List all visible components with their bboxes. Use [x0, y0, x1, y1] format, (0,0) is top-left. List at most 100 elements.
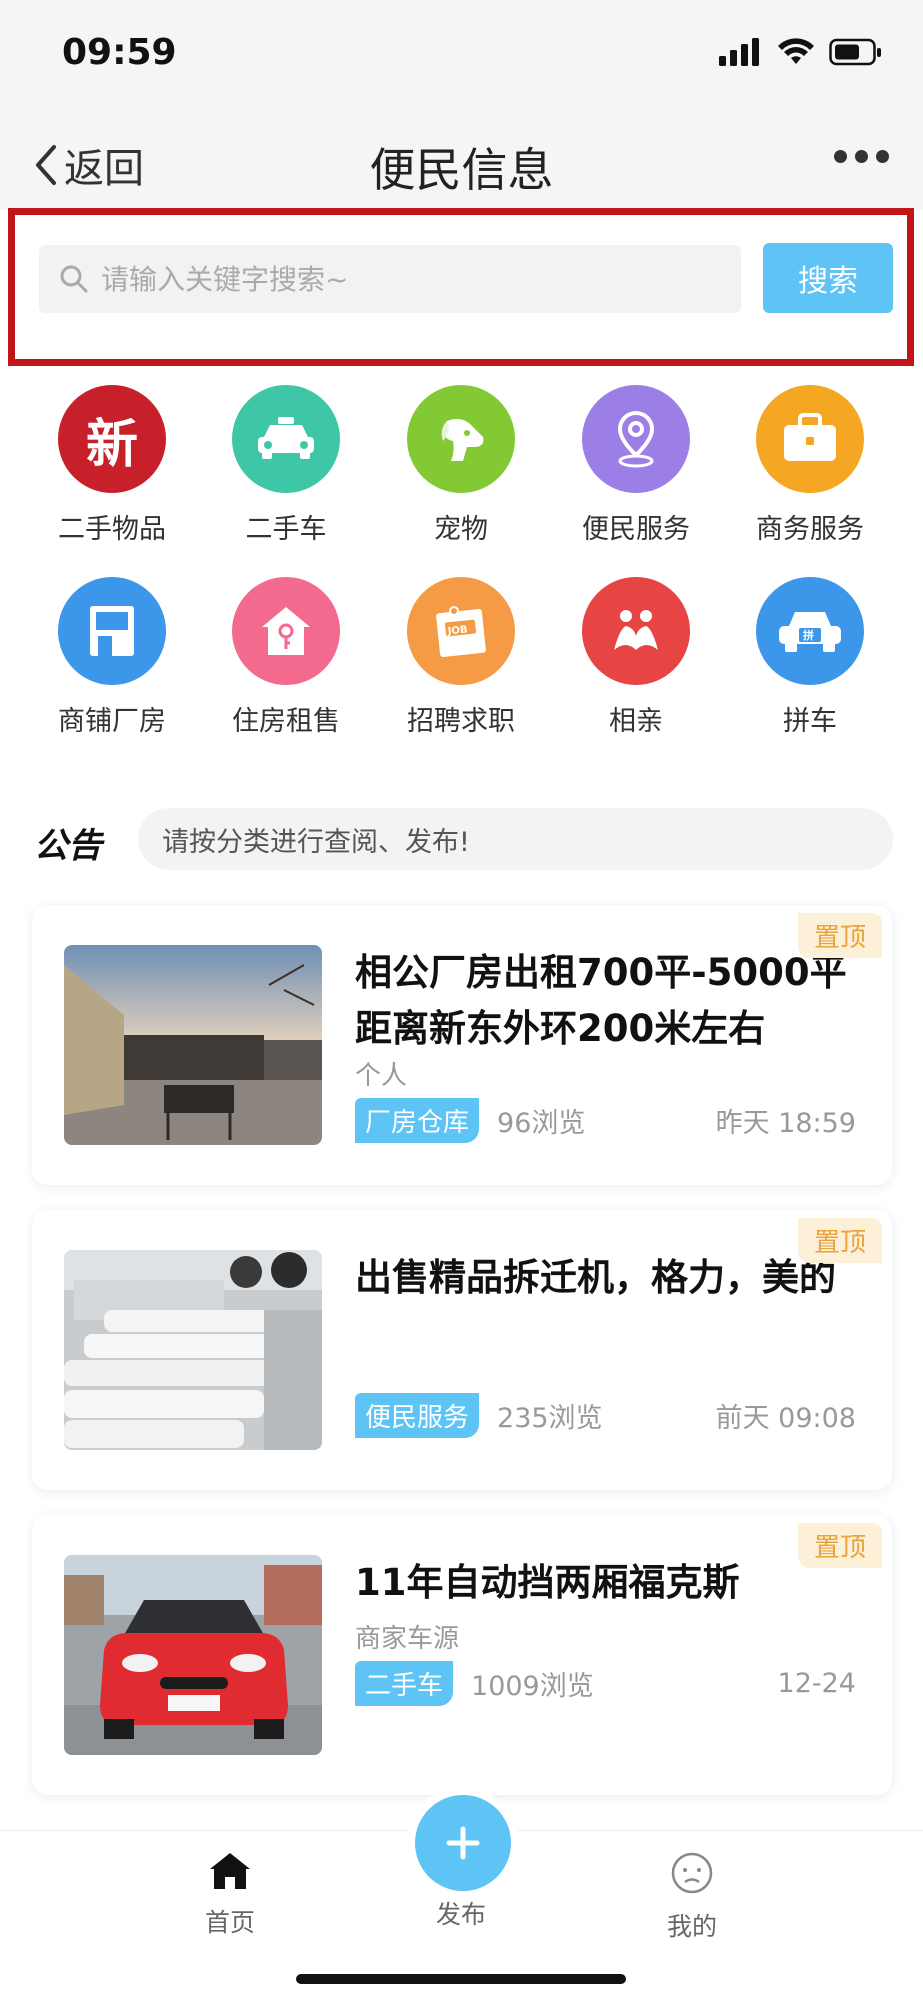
red-car-photo	[64, 1555, 322, 1755]
status-bar: 09:59	[0, 0, 923, 110]
home-icon	[210, 1853, 250, 1889]
dog-shape	[441, 419, 484, 461]
category-grid: 新 二手物品 二手车 宠物 便民服务 商务服务 商铺厂房 住房租售 JOB 招聘…	[0, 385, 923, 745]
signal-icon	[719, 38, 759, 66]
category-convenience[interactable]: 便民服务	[556, 385, 716, 546]
search-input[interactable]	[101, 262, 741, 296]
listing-thumbnail	[64, 945, 322, 1145]
category-used-goods[interactable]: 新 二手物品	[32, 385, 192, 546]
house-shape	[262, 607, 310, 655]
category-shops[interactable]: 商铺厂房	[32, 577, 192, 738]
category-label: 拼车	[783, 706, 837, 737]
category-tag[interactable]: 二手车	[355, 1661, 454, 1706]
location-pin-icon	[582, 385, 690, 493]
category-carpool[interactable]: 拼 拼车	[730, 577, 890, 738]
listing-card[interactable]: 出售精品拆迁机，格力，美的 便民服务 235浏览 前天 09:08 置顶	[32, 1210, 892, 1490]
wifi-icon	[778, 38, 814, 64]
notice-text: 请按分类进行查阅、发布!	[138, 808, 893, 870]
more-dot-icon	[876, 150, 889, 163]
category-label: 住房租售	[232, 706, 340, 737]
tab-mine[interactable]: 我的	[622, 1851, 762, 1943]
plus-icon	[446, 1826, 480, 1860]
listing-meta: 厂房仓库 96浏览 昨天 18:59	[355, 1098, 856, 1143]
category-used-cars[interactable]: 二手车	[206, 385, 366, 546]
listing-card[interactable]: 相公厂房出租700平-5000平距离新东外环200米左右 个人 厂房仓库 96浏…	[32, 905, 892, 1185]
category-label: 招聘求职	[407, 706, 515, 737]
svg-text:拼: 拼	[803, 628, 814, 642]
post-time: 前天 09:08	[715, 1403, 856, 1434]
couple-shape	[614, 610, 658, 650]
nav-bar: 返回 便民信息	[0, 110, 923, 210]
dog-icon	[407, 385, 515, 493]
search-area: 搜索	[8, 208, 914, 366]
notice-bar[interactable]: 公告 请按分类进行查阅、发布!	[30, 808, 893, 870]
new-char: 新	[85, 414, 138, 475]
briefcase-shape	[784, 413, 836, 461]
category-label: 二手物品	[58, 514, 166, 545]
carpool-shape: 拼	[779, 612, 841, 652]
post-time: 12-24	[777, 1668, 856, 1699]
job-board-shape: JOB	[436, 606, 486, 657]
listing-meta: 二手车 1009浏览 12-24	[355, 1661, 856, 1706]
search-button[interactable]: 搜索	[763, 243, 893, 313]
more-menu-button[interactable]	[834, 150, 889, 163]
tab-home[interactable]: 首页	[160, 1851, 300, 1939]
listing-meta: 便民服务 235浏览 前天 09:08	[355, 1393, 856, 1438]
listing-title: 11年自动挡两厢福克斯	[355, 1561, 740, 1604]
category-dating[interactable]: 相亲	[556, 577, 716, 738]
air-conditioners-photo	[64, 1250, 322, 1450]
category-label: 宠物	[434, 514, 488, 545]
listing-subtitle: 个人	[355, 1061, 408, 1091]
category-label: 便民服务	[582, 514, 690, 545]
listing-title: 出售精品拆迁机，格力，美的	[355, 1256, 836, 1299]
view-count: 235浏览	[497, 1403, 603, 1434]
category-label: 商务服务	[756, 514, 864, 545]
listing-subtitle: 商家车源	[355, 1624, 460, 1654]
face-icon	[671, 1852, 713, 1894]
search-icon	[60, 265, 88, 293]
category-label: 二手车	[245, 514, 327, 545]
listing-title: 相公厂房出租700平-5000平距离新东外环200米左右	[355, 951, 847, 1050]
more-dot-icon	[834, 150, 847, 163]
listing-thumbnail	[64, 1250, 322, 1450]
pinned-badge: 置顶	[797, 1523, 882, 1568]
new-goods-icon: 新	[58, 385, 166, 493]
battery-icon	[829, 38, 881, 66]
status-time: 09:59	[62, 32, 177, 73]
view-count: 1009浏览	[471, 1671, 594, 1702]
category-pets[interactable]: 宠物	[381, 385, 541, 546]
carpool-icon: 拼	[756, 577, 864, 685]
listing-thumbnail	[64, 1555, 322, 1755]
category-tag[interactable]: 便民服务	[355, 1393, 480, 1438]
category-label: 相亲	[609, 706, 663, 737]
shop-shape	[90, 606, 134, 656]
post-time: 昨天 18:59	[715, 1108, 856, 1139]
pin-shape	[617, 410, 655, 468]
more-dot-icon	[855, 150, 868, 163]
notice-logo: 公告	[34, 826, 102, 866]
status-icons	[719, 38, 883, 66]
pinned-badge: 置顶	[797, 1218, 882, 1263]
publish-label: 发布	[435, 1900, 486, 1929]
pinned-badge: 置顶	[797, 913, 882, 958]
listing-card[interactable]: 11年自动挡两厢福克斯 商家车源 二手车 1009浏览 12-24 置顶	[32, 1515, 892, 1795]
job-board-icon: JOB	[407, 577, 515, 685]
house-key-icon	[232, 577, 340, 685]
page-title: 便民信息	[369, 143, 554, 197]
category-business[interactable]: 商务服务	[730, 385, 890, 546]
view-count: 96浏览	[497, 1108, 586, 1139]
tab-label: 首页	[204, 1908, 255, 1937]
category-jobs[interactable]: JOB 招聘求职	[381, 577, 541, 738]
tab-label: 我的	[666, 1912, 717, 1941]
publish-button[interactable]	[415, 1795, 511, 1891]
category-tag[interactable]: 厂房仓库	[355, 1098, 480, 1143]
taxi-car-icon	[232, 385, 340, 493]
svg-text:JOB: JOB	[446, 624, 468, 637]
factory-photo	[64, 945, 322, 1145]
car-shape	[258, 417, 314, 459]
search-box[interactable]	[39, 245, 741, 313]
couple-icon	[582, 577, 690, 685]
briefcase-icon	[756, 385, 864, 493]
category-housing[interactable]: 住房租售	[206, 577, 366, 738]
shop-icon	[58, 577, 166, 685]
